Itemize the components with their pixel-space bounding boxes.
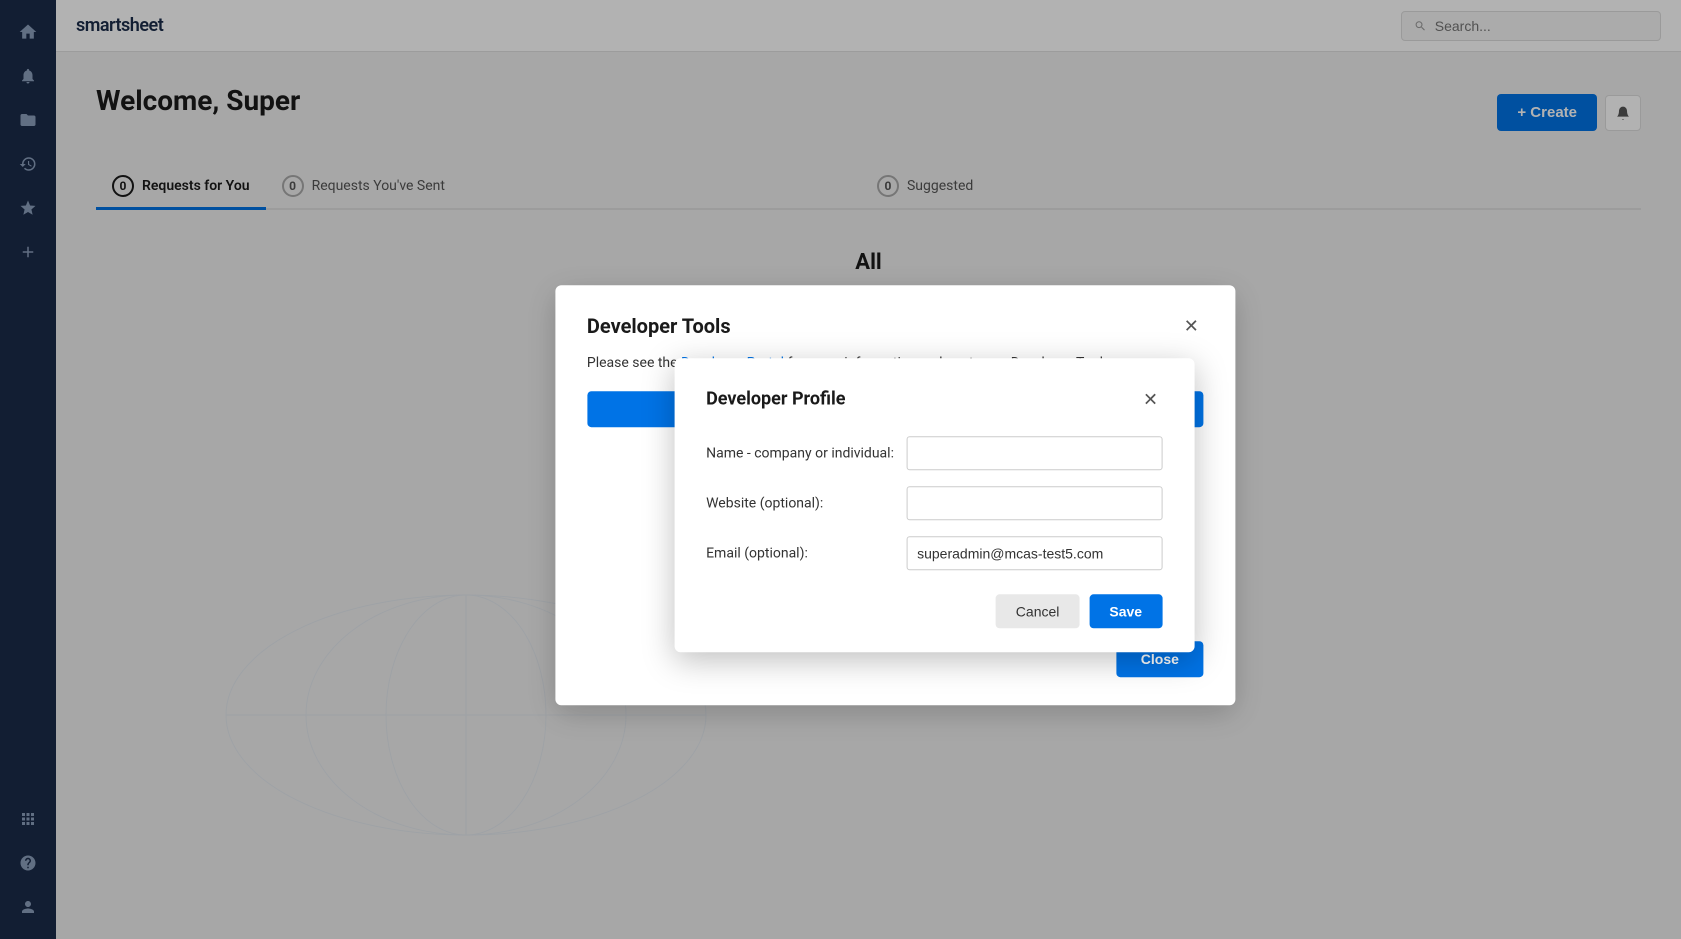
email-input[interactable] — [906, 536, 1162, 570]
name-label: Name - company or individual: — [706, 445, 906, 461]
developer-tools-modal-header: Developer Tools ✕ — [587, 313, 1203, 339]
developer-profile-modal: Developer Profile ✕ Name - company or in… — [674, 358, 1194, 652]
developer-profile-modal-title: Developer Profile — [706, 388, 845, 409]
name-field-row: Name - company or individual: — [706, 436, 1162, 470]
email-field-row: Email (optional): — [706, 536, 1162, 570]
website-field-row: Website (optional): — [706, 486, 1162, 520]
email-label: Email (optional): — [706, 545, 906, 561]
website-label: Website (optional): — [706, 495, 906, 511]
developer-tools-close-icon[interactable]: ✕ — [1180, 313, 1203, 339]
developer-profile-close-icon[interactable]: ✕ — [1139, 386, 1162, 412]
developer-profile-cancel-button[interactable]: Cancel — [996, 594, 1080, 628]
website-input[interactable] — [906, 486, 1162, 520]
developer-profile-modal-header: Developer Profile ✕ — [706, 386, 1162, 412]
developer-profile-save-button[interactable]: Save — [1089, 594, 1162, 628]
developer-profile-modal-footer: Cancel Save — [706, 594, 1162, 628]
name-input[interactable] — [906, 436, 1162, 470]
developer-tools-modal-title: Developer Tools — [587, 314, 731, 338]
